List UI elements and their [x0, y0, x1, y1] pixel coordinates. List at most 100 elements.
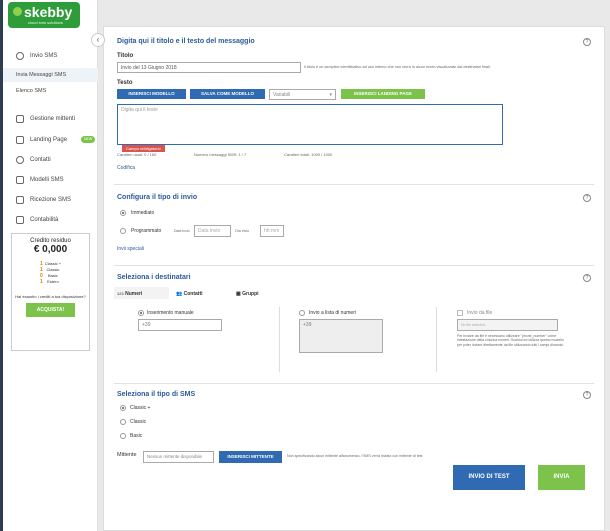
chat-icon [16, 52, 24, 60]
number-list-textarea[interactable]: +39 [299, 319, 383, 353]
radio-classic[interactable] [120, 419, 126, 425]
help-icon[interactable]: ? [583, 274, 591, 282]
collapse-sidebar-button[interactable]: ‹ [91, 33, 105, 47]
radio-programmato[interactable] [120, 228, 126, 234]
sidebar-item-label: Invio SMS [30, 53, 58, 59]
sidebar-sub-invia-messaggi[interactable]: Invia Messaggi SMS [3, 68, 98, 82]
button-label: INSERISCI MITTENTE [227, 454, 274, 459]
save-template-button[interactable]: SALVA COME MODELLO [190, 89, 265, 99]
button-label: INSERISCI LANDING PAGE [354, 91, 412, 96]
help-icon[interactable]: ? [583, 391, 591, 399]
send-button[interactable]: INVIA [538, 465, 585, 490]
divider [436, 307, 437, 372]
insert-landing-button[interactable]: INSERISCI LANDING PAGE [341, 89, 425, 99]
file-input[interactable]: No file selected. [457, 319, 558, 331]
date-placeholder: Data invio [198, 228, 221, 234]
chevron-down-icon: ▾ [329, 92, 332, 98]
sidebar-item-contatti[interactable]: Contatti [3, 153, 98, 167]
credit-type: Estero [47, 279, 59, 284]
basic-label: Basic [130, 433, 143, 439]
sidebar-item-landing-page[interactable]: Landing Page NEW [3, 133, 98, 147]
brand-tagline: cloud sms solutions [28, 20, 63, 25]
sidebar-sub-elenco-sms[interactable]: Elenco SMS [3, 84, 98, 98]
titolo-help: Il titolo è un semplice identificativo a… [304, 65, 491, 69]
titolo-label: Titolo [117, 53, 134, 59]
main-panel: Digita qui il titolo e il testo del mess… [103, 26, 605, 531]
radio-classic-plus[interactable] [120, 405, 126, 411]
button-label: INVIA [553, 474, 570, 480]
sidebar-item-modelli-sms[interactable]: Modelli SMS [3, 173, 98, 187]
calculator-icon [16, 216, 24, 224]
divider [114, 265, 594, 266]
tab-contatti[interactable]: 👥 Contatti [176, 291, 203, 297]
divider [114, 184, 594, 185]
credit-row: 1 Estero [39, 279, 62, 285]
insert-template-button[interactable]: INSERISCI MODELLO [117, 89, 186, 99]
brand-name: skebby [24, 4, 73, 20]
buy-button[interactable]: ACQUISTA! [26, 303, 75, 317]
date-label: Data invio [174, 229, 190, 233]
message-textarea[interactable]: Digita qui il testo [117, 104, 503, 145]
date-input[interactable]: Data invio [194, 225, 231, 237]
manual-number-input[interactable]: +39 [138, 319, 222, 331]
sidebar-item-gestione-mittenti[interactable]: Gestione mittenti [3, 112, 98, 126]
help-icon[interactable]: ? [583, 38, 591, 46]
divider [114, 383, 594, 384]
radio-immediato[interactable] [120, 210, 126, 216]
radio-lista[interactable] [299, 310, 305, 316]
file-note: Per inviare da file è necessario utilizz… [457, 334, 564, 347]
sidebar-item-invio-sms[interactable]: Invio SMS [3, 49, 98, 63]
variables-select-value: Variabili [273, 92, 291, 98]
button-label: INSERISCI MODELLO [128, 91, 175, 96]
credit-box: Credito residuo € 0,000 1 Classic + 1 Clas… [11, 233, 90, 351]
logo[interactable]: skebby cloud sms solutions [8, 2, 80, 28]
required-warning: Campo obbligatorio [122, 145, 165, 152]
sidebar-item-label: Ricezione SMS [30, 197, 72, 203]
tab-label: Gruppi [242, 291, 259, 297]
sidebar-item-label: Contabilità [30, 217, 59, 223]
mittente-label: Mittente [117, 452, 137, 458]
tab-label: Numeri [125, 291, 143, 297]
sidebar-item-label: Gestione mittenti [30, 116, 76, 122]
section-title-sms-type: Seleziona il tipo di SMS [117, 391, 196, 398]
section-title-send-type: Configura il tipo di invio [117, 194, 198, 201]
groups-icon: ▦ [236, 291, 241, 297]
time-placeholder: hh:mm [264, 228, 280, 234]
time-label: Ora invio [235, 229, 250, 233]
special-sends-link[interactable]: Invii speciali [117, 246, 144, 252]
sidebar-item-label: Modelli SMS [30, 177, 64, 183]
list-icon [16, 115, 24, 123]
sms-count: Numero messaggi SMS: 1 / 7 [194, 152, 247, 157]
credit-table: 1 Classic + 1 Classic 0 Basic 1 Estero [39, 261, 62, 285]
encoding-link[interactable]: Codifica [117, 165, 135, 171]
titolo-input[interactable]: Invio del 13 Giugno 2018 [117, 62, 301, 73]
sender-placeholder: Nessun mittente disponibile [147, 454, 203, 459]
section-title-message: Digita qui il titolo e il testo del mess… [117, 38, 255, 45]
sidebar-item-ricezione-sms[interactable]: Ricezione SMS [3, 193, 98, 207]
sidebar-item-contabilita[interactable]: Contabilità [3, 213, 98, 227]
help-icon[interactable]: ? [583, 194, 591, 202]
inbox-icon [16, 196, 24, 204]
testo-label: Testo [117, 80, 133, 86]
radio-basic[interactable] [120, 433, 126, 439]
variables-select[interactable]: Variabili ▾ [269, 89, 336, 100]
insert-sender-button[interactable]: INSERISCI MITTENTE [219, 451, 282, 463]
file-checkbox[interactable] [457, 310, 463, 316]
section-title-recipients: Seleziona i destinatari [117, 274, 191, 281]
bookmark-icon [16, 176, 24, 184]
classic-plus-label: Classic + [130, 405, 151, 411]
button-label: SALVA COME MODELLO [201, 91, 254, 96]
radio-manuale[interactable] [138, 310, 144, 316]
time-input[interactable]: hh:mm [260, 225, 284, 237]
tab-numeri[interactable]: 123 Numeri [117, 291, 142, 297]
sender-input[interactable]: Nessun mittente disponibile [143, 451, 214, 463]
classic-label: Classic [130, 419, 147, 425]
test-send-button[interactable]: INVIO DI TEST [453, 465, 525, 490]
file-label: Invio da file [467, 310, 493, 316]
number-list-placeholder: +39 [303, 322, 312, 328]
credit-note: Hai esaurito i crediti a tua disposizion… [15, 294, 86, 299]
manual-number-placeholder: +39 [142, 322, 151, 328]
contacts-icon: 👥 [176, 291, 183, 297]
divider [279, 307, 280, 372]
tab-gruppi[interactable]: ▦ Gruppi [236, 291, 259, 297]
